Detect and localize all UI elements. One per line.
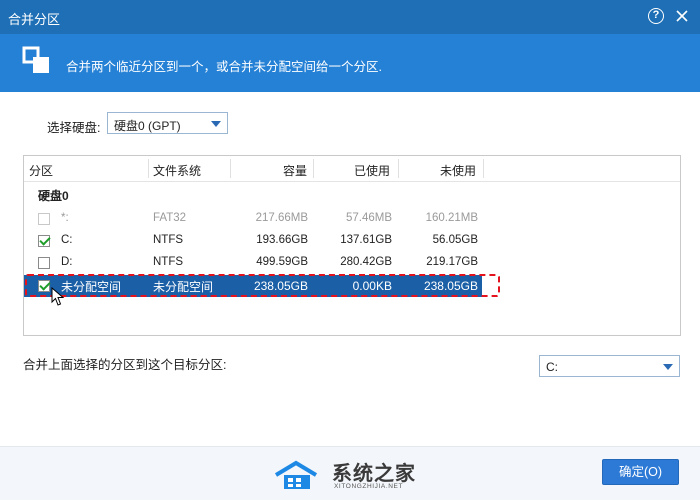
watermark-url: XITONGZHIJIA.NET xyxy=(334,483,404,490)
column-divider xyxy=(483,159,484,178)
column-header-used[interactable]: 已使用 xyxy=(354,162,390,179)
mouse-cursor-icon xyxy=(51,287,65,306)
table-header: 分区 文件系统 容量 已使用 未使用 xyxy=(24,156,680,182)
help-button[interactable]: ? xyxy=(648,8,664,24)
column-header-filesystem[interactable]: 文件系统 xyxy=(153,162,201,179)
banner-description: 合并两个临近分区到一个，或合并未分配空间给一个分区. xyxy=(66,60,382,74)
column-divider xyxy=(398,159,399,178)
cell-capacity: 499.59GB xyxy=(256,256,308,268)
column-header-partition[interactable]: 分区 xyxy=(29,162,53,179)
cell-unused: 56.05GB xyxy=(432,234,478,246)
title-bar: 合并分区 ? xyxy=(0,0,700,34)
cell-used: 137.61GB xyxy=(340,234,392,246)
row-checkbox[interactable] xyxy=(38,257,50,269)
cell-filesystem: FAT32 xyxy=(153,212,187,224)
table-row[interactable]: C: NTFS 193.66GB 137.61GB 56.05GB xyxy=(24,230,680,252)
table-row[interactable]: D: NTFS 499.59GB 280.42GB 219.17GB xyxy=(24,252,680,274)
watermark: 系统之家 XITONGZHIJIA.NET xyxy=(272,455,432,495)
close-icon[interactable] xyxy=(674,8,690,24)
cell-used: 280.42GB xyxy=(340,256,392,268)
row-checkbox xyxy=(38,213,50,225)
column-divider xyxy=(148,159,149,178)
column-divider xyxy=(313,159,314,178)
table-row: *: FAT32 217.66MB 57.46MB 160.21MB xyxy=(24,208,680,230)
partition-table: 分区 文件系统 容量 已使用 未使用 硬盘0 *: FAT32 217.66MB… xyxy=(23,155,681,336)
watermark-name: 系统之家 xyxy=(332,463,416,485)
header-banner: 合并两个临近分区到一个，或合并未分配空间给一个分区. xyxy=(0,34,700,92)
cell-unused: 219.17GB xyxy=(426,256,478,268)
cell-used: 57.46MB xyxy=(345,212,392,224)
column-header-capacity[interactable]: 容量 xyxy=(283,162,307,179)
chevron-down-icon xyxy=(663,364,673,370)
disk-group-label: 硬盘0 xyxy=(38,189,69,203)
cell-partition: D: xyxy=(61,256,73,268)
cell-unused: 160.21MB xyxy=(425,212,478,224)
disk-select-dropdown[interactable]: 硬盘0 (GPT) xyxy=(107,112,228,134)
cell-capacity: 217.66MB xyxy=(255,212,308,224)
window-title: 合并分区 xyxy=(8,12,61,27)
selection-highlight xyxy=(25,274,500,297)
column-header-unused[interactable]: 未使用 xyxy=(440,162,476,179)
house-logo-icon xyxy=(274,460,318,489)
target-partition-value: C: xyxy=(546,360,558,374)
target-partition-dropdown[interactable]: C: xyxy=(539,355,680,377)
merge-partition-icon xyxy=(22,46,49,73)
column-divider xyxy=(230,159,231,178)
row-checkbox[interactable] xyxy=(38,235,50,247)
ok-button[interactable]: 确定(O) xyxy=(602,459,679,485)
cell-partition: *: xyxy=(61,212,69,224)
target-partition-label: 合并上面选择的分区到这个目标分区: xyxy=(23,358,227,372)
disk-select-label: 选择硬盘: xyxy=(47,121,101,135)
cell-filesystem: NTFS xyxy=(153,234,184,246)
chevron-down-icon xyxy=(211,121,221,127)
cell-filesystem: NTFS xyxy=(153,256,184,268)
cell-partition: C: xyxy=(61,234,73,246)
disk-select-value: 硬盘0 (GPT) xyxy=(114,119,181,133)
cell-capacity: 193.66GB xyxy=(256,234,308,246)
